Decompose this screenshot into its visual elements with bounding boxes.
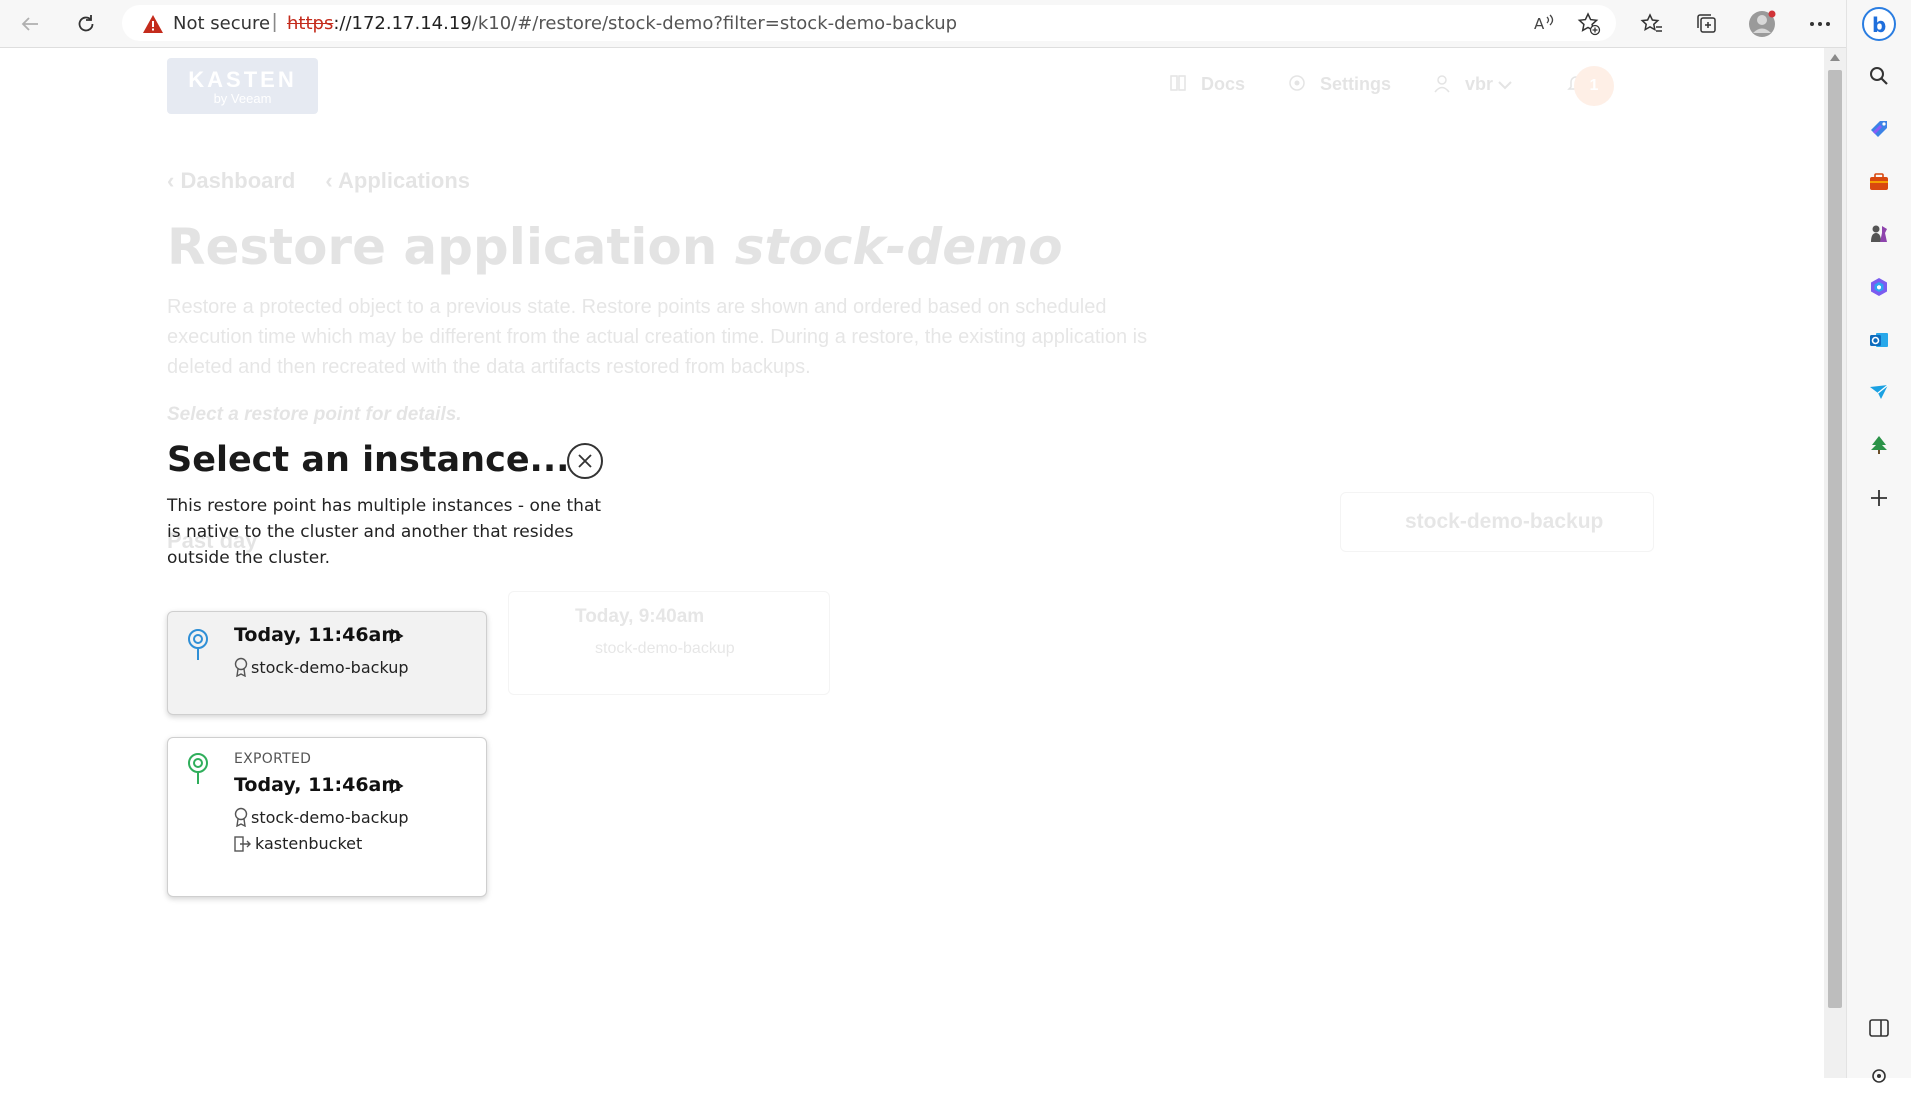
instance-card-exported[interactable]: EXPORTED Today, 11:46am stock-demo-backu… — [167, 737, 487, 897]
url-text[interactable]: https://172.17.14.19/k10/#/restore/stock… — [287, 13, 957, 34]
url-path: /k10/#/restore/stock-demo?filter=stock-d… — [471, 13, 958, 34]
breadcrumb-dashboard[interactable]: ‹ Dashboard — [167, 168, 295, 193]
favorite-add-icon[interactable] — [1577, 12, 1601, 41]
logo-subtitle: by Veeam — [213, 91, 272, 106]
logo-wordmark: KASTEN — [188, 67, 297, 92]
scroll-up-arrow-icon[interactable] — [1830, 54, 1840, 61]
back-icon[interactable] — [14, 8, 46, 40]
nav-docs[interactable]: Docs — [1168, 73, 1245, 95]
nav-docs-label: Docs — [1201, 74, 1246, 94]
exported-label: EXPORTED — [234, 751, 312, 767]
book-icon — [1170, 75, 1186, 91]
search-icon[interactable] — [1861, 58, 1897, 94]
user-icon — [1434, 75, 1450, 93]
scroll-thumb[interactable] — [1828, 70, 1842, 1008]
play-icon — [390, 778, 404, 799]
page-description: Restore a protected object to a previous… — [167, 296, 1148, 378]
gear-icon — [1289, 75, 1305, 91]
games-icon[interactable] — [1861, 216, 1897, 252]
background-restore-point-card[interactable]: Today, 9:40am stock-demo-backup — [508, 591, 830, 695]
page-scrollbar[interactable] — [1824, 48, 1846, 1078]
security-label[interactable]: Not secure — [173, 13, 270, 34]
page-title-prefix: Restore application — [167, 218, 735, 276]
location-pin-icon — [186, 628, 210, 667]
app-viewport: KASTEN by Veeam Docs Settings vbr 1 ‹ Da… — [0, 48, 1824, 1078]
dialog-title: Select an instance... — [167, 440, 570, 480]
refresh-icon[interactable] — [70, 8, 102, 40]
side-panel-toggle-icon[interactable] — [1861, 1010, 1897, 1046]
chevron-down-icon — [1498, 81, 1512, 90]
svg-text:b: b — [1872, 13, 1886, 37]
shopping-tag-icon[interactable] — [1861, 111, 1897, 147]
tools-briefcase-icon[interactable] — [1861, 164, 1897, 200]
instance-policy-row: stock-demo-backup — [234, 807, 409, 827]
url-host: ://172.17.14.19 — [333, 13, 472, 34]
browser-side-panel: b — [1846, 0, 1911, 1083]
url-protocol: https — [287, 13, 334, 34]
policy-filter-chip[interactable]: stock-demo-backup — [1340, 492, 1654, 552]
breadcrumb-applications[interactable]: ‹ Applications — [325, 168, 470, 193]
bing-chat-icon[interactable]: b — [1861, 6, 1897, 42]
kasten-logo[interactable]: KASTEN by Veeam — [167, 58, 318, 114]
play-icon — [390, 628, 404, 649]
close-dialog-button[interactable] — [567, 443, 603, 479]
tree-icon[interactable] — [1861, 427, 1897, 463]
read-aloud-icon[interactable]: A — [1532, 12, 1556, 39]
instance-policy-row: stock-demo-backup — [234, 657, 409, 677]
send-drop-icon[interactable] — [1861, 374, 1897, 410]
background-card-policy: stock-demo-backup — [595, 640, 735, 657]
instance-time: Today, 11:46am — [234, 624, 402, 646]
export-location-icon — [234, 835, 251, 852]
svg-text:A: A — [1534, 15, 1545, 33]
notification-count-badge[interactable]: 1 — [1574, 66, 1614, 106]
filter-chip-label: stock-demo-backup — [1405, 510, 1604, 533]
user-name: vbr — [1465, 74, 1494, 94]
page-title-app: stock-demo — [734, 218, 1063, 276]
breadcrumb: ‹ Dashboard ‹ Applications — [167, 168, 500, 194]
instance-time: Today, 11:46am — [234, 774, 402, 796]
favorites-icon[interactable] — [1636, 8, 1668, 40]
address-separator: | — [272, 11, 278, 33]
more-options-icon[interactable] — [1804, 8, 1836, 40]
close-icon — [578, 454, 592, 468]
profile-avatar-icon[interactable] — [1747, 8, 1779, 40]
warning-icon[interactable] — [142, 14, 164, 39]
nav-settings[interactable]: Settings — [1287, 73, 1391, 95]
select-hint: Select a restore point for details. — [167, 404, 462, 425]
add-icon[interactable] — [1861, 480, 1897, 516]
policy-ribbon-icon — [234, 657, 248, 677]
page-title: Restore application stock-demo — [167, 218, 1063, 276]
collections-icon[interactable] — [1691, 8, 1723, 40]
breadcrumb-dashboard-label: Dashboard — [180, 168, 296, 193]
background-card-time: Today, 9:40am — [575, 606, 705, 627]
user-menu[interactable]: vbr — [1432, 73, 1512, 95]
dialog-description: This restore point has multiple instance… — [167, 496, 602, 568]
instance-card-local[interactable]: Today, 11:46am stock-demo-backup — [167, 611, 487, 715]
nav-settings-label: Settings — [1320, 74, 1392, 94]
instance-location: kastenbucket — [255, 834, 363, 853]
address-bar[interactable]: Not secure | https://172.17.14.19/k10/#/… — [122, 5, 1616, 41]
instance-policy: stock-demo-backup — [251, 807, 409, 827]
location-pin-icon — [186, 752, 210, 791]
outlook-icon[interactable] — [1861, 322, 1897, 358]
browser-toolbar: Not secure | https://172.17.14.19/k10/#/… — [0, 0, 1911, 48]
settings-gear-icon[interactable] — [1861, 1058, 1897, 1094]
breadcrumb-applications-label: Applications — [338, 168, 471, 193]
instance-policy: stock-demo-backup — [251, 657, 409, 677]
policy-ribbon-icon — [234, 807, 248, 827]
instance-location-row: kastenbucket — [234, 834, 362, 853]
microsoft-365-icon[interactable] — [1861, 269, 1897, 305]
